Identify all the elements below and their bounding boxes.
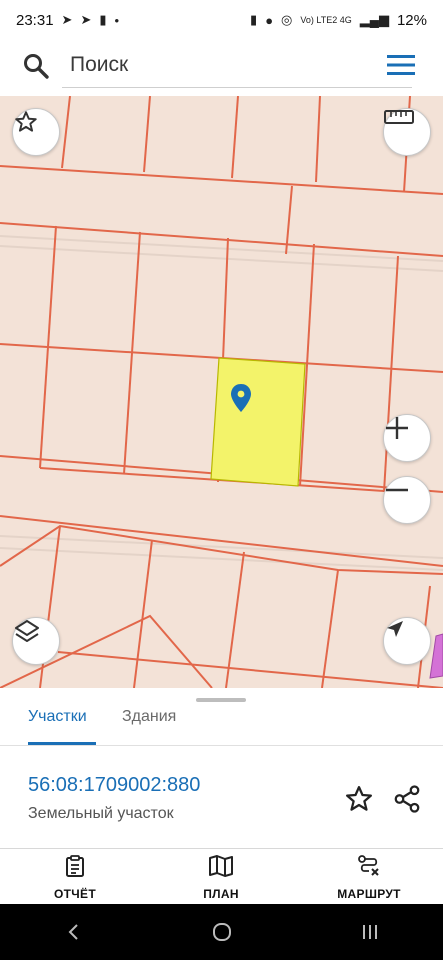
status-bar: 23:31 ➤ ➤ ▮ • ▮ ● ◎ Vo) LTE2 4G ▂▄▆ 12%: [0, 0, 443, 40]
menu-icon[interactable]: [387, 53, 415, 77]
clock: 23:31: [16, 11, 54, 29]
tab-buildings[interactable]: Здания: [122, 708, 176, 726]
tab-parcels[interactable]: Участки: [28, 708, 87, 726]
minus-icon: [386, 488, 408, 492]
map-plan-icon: [209, 855, 233, 877]
notification-icon: ▮: [99, 12, 107, 27]
battery-saver-icon: ▮: [250, 12, 258, 27]
favorite-button[interactable]: [12, 108, 60, 156]
nav-route-label: МАРШРУТ: [337, 887, 401, 901]
dot-icon: •: [114, 12, 120, 28]
other-parcel: [429, 633, 443, 679]
telegram-icon: ➤: [80, 12, 92, 27]
share-icon[interactable]: [392, 784, 422, 814]
drag-handle[interactable]: [196, 698, 246, 702]
nav-report[interactable]: ОТЧЁТ: [20, 854, 130, 901]
zoom-in-button[interactable]: [383, 414, 431, 462]
ruler-button[interactable]: [383, 108, 431, 156]
back-icon[interactable]: [64, 922, 84, 942]
search-underline: [62, 87, 412, 88]
recent-apps-icon[interactable]: [360, 922, 380, 942]
signal-icon: ▂▄▆: [359, 12, 389, 27]
battery-level: 12%: [396, 11, 427, 29]
star-outline-icon[interactable]: [344, 784, 374, 814]
system-navigation-bar: [0, 904, 443, 960]
nav-report-label: ОТЧЁТ: [54, 887, 96, 901]
navigation-arrow-icon: [387, 621, 403, 637]
cadastral-number[interactable]: 56:08:1709002:880: [28, 774, 200, 797]
plus-icon: [386, 417, 408, 439]
layers-button[interactable]: [12, 617, 60, 665]
star-outline-icon: [15, 111, 37, 132]
bottom-nav-divider: [0, 848, 443, 849]
home-icon[interactable]: [211, 921, 233, 943]
location-icon: ●: [265, 12, 274, 28]
search-bar: Поиск: [0, 40, 443, 96]
nav-route[interactable]: МАРШРУТ: [314, 854, 424, 901]
network-indicator: Vo) LTE2 4G: [300, 15, 352, 25]
telegram-icon: ➤: [61, 12, 73, 27]
search-input[interactable]: Поиск: [70, 53, 128, 77]
tab-divider: [0, 745, 443, 746]
cadastral-map: [0, 96, 443, 688]
search-icon[interactable]: [22, 52, 50, 80]
nav-plan-label: ПЛАН: [203, 887, 239, 901]
hotspot-icon: ◎: [281, 12, 293, 27]
zoom-out-button[interactable]: [383, 476, 431, 524]
ruler-icon: [384, 110, 414, 124]
bottom-sheet: Участки Здания 56:08:1709002:880 Земельн…: [0, 688, 443, 904]
nav-plan[interactable]: ПЛАН: [166, 854, 276, 901]
parcel-type: Земельный участок: [28, 805, 174, 822]
selected-parcel[interactable]: [210, 357, 306, 487]
layers-icon: [15, 620, 39, 642]
map-view[interactable]: [0, 96, 443, 688]
my-location-button[interactable]: [383, 617, 431, 665]
report-icon: [66, 855, 84, 877]
route-icon: [358, 855, 379, 876]
